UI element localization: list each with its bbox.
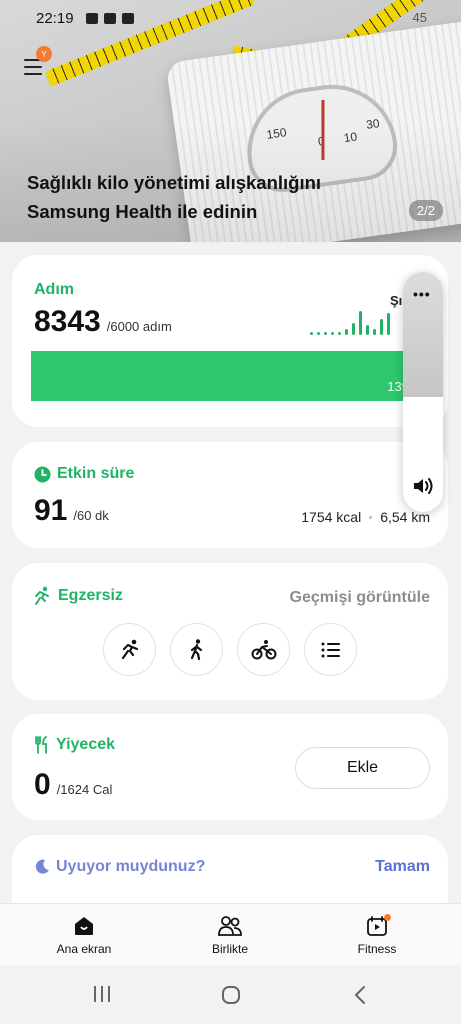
active-stats: 1754 kcal 6,54 km — [301, 509, 430, 525]
exercise-icon — [35, 586, 49, 605]
active-time-value-row: 91 /60 dk — [34, 494, 109, 528]
menu-button[interactable]: Y — [24, 46, 52, 76]
sleep-title-text: Uyuyor muydunuz? — [56, 858, 206, 875]
spark-bar — [345, 329, 348, 335]
active-time-title-text: Etkin süre — [57, 465, 135, 482]
steps-sparkline — [310, 307, 410, 335]
walking-button[interactable] — [170, 623, 223, 676]
moon-icon — [35, 859, 49, 874]
active-time-card[interactable]: Etkin süre 91 /60 dk 1754 kcal 6,54 km — [12, 442, 448, 548]
steps-value-row: 8343 /6000 adım — [34, 305, 172, 339]
banner-title-line: Samsung Health ile edinin — [27, 201, 258, 222]
list-icon — [321, 642, 340, 657]
running-button[interactable] — [103, 623, 156, 676]
spark-bar — [373, 329, 376, 335]
nav-fitness-label: Fitness — [357, 942, 397, 956]
active-time-title: Etkin süre — [34, 465, 134, 483]
people-icon — [218, 916, 242, 936]
cycling-button[interactable] — [237, 623, 290, 676]
spark-bar — [387, 313, 390, 335]
nav-fitness[interactable]: Fitness — [322, 914, 432, 956]
workout-list-button[interactable] — [304, 623, 357, 676]
view-history-link[interactable]: Geçmişi görüntüle — [290, 589, 430, 607]
spark-label: Şı — [390, 293, 403, 308]
nav-fitness-badge — [384, 914, 391, 921]
spark-bar — [317, 332, 320, 335]
menu-badge: Y — [36, 46, 52, 62]
nav-home[interactable]: Ana ekran — [29, 914, 139, 956]
food-title: Yiyecek — [34, 736, 115, 754]
exercise-title-text: Egzersiz — [58, 587, 123, 604]
banner-title: Sağlıklı kilo yönetimi alışkanlığını Sam… — [27, 168, 387, 226]
page-indicator: 2/2 — [408, 200, 443, 221]
exercise-buttons — [103, 623, 357, 676]
spark-bar — [331, 332, 334, 335]
exercise-card[interactable]: Egzersiz Geçmişi görüntüle — [12, 563, 448, 700]
recent-apps-icon[interactable] — [92, 985, 112, 1003]
separator-dot — [369, 515, 373, 519]
nav-together[interactable]: Birlikte — [175, 914, 285, 956]
spark-bar — [324, 332, 327, 335]
add-food-button[interactable]: Ekle — [295, 747, 430, 789]
spark-bar — [352, 323, 355, 335]
status-time: 22:19 — [36, 9, 74, 27]
steps-title: Adım — [34, 281, 74, 298]
food-value-row: 0 /1624 Cal — [34, 768, 112, 802]
running-icon — [121, 639, 138, 659]
system-nav-bar — [0, 965, 461, 1024]
cycling-icon — [251, 639, 276, 659]
battery-text: 45 — [412, 10, 427, 25]
back-icon[interactable] — [353, 985, 367, 1005]
nav-together-label: Birlikte — [211, 942, 248, 956]
food-goal: /1624 Cal — [56, 782, 113, 797]
speaker-icon[interactable] — [412, 476, 434, 496]
food-card[interactable]: Yiyecek 0 /1624 Cal Ekle — [12, 714, 448, 820]
banner-title-line: Sağlıklı kilo yönetimi alışkanlığını — [27, 172, 322, 193]
active-time-value: 91 — [34, 494, 68, 527]
clock-icon — [34, 466, 51, 482]
steps-progress-bar: 139 — [31, 351, 431, 401]
youtube-icon — [103, 12, 116, 24]
active-time-goal: /60 dk — [73, 508, 109, 523]
home-icon — [75, 917, 93, 935]
nav-home-label: Ana ekran — [56, 942, 112, 956]
food-title-text: Yiyecek — [56, 736, 116, 753]
spark-bar — [338, 332, 341, 335]
steps-goal: /6000 adım — [106, 319, 172, 334]
promo-banner[interactable]: 150 0 10 30 22:19 45 Y Sağlıklı kilo yön… — [0, 0, 461, 242]
spark-bar — [366, 325, 369, 335]
sleep-title: Uyuyor muydunuz? — [34, 858, 205, 876]
food-value: 0 — [34, 768, 51, 801]
steps-card[interactable]: Adım 8343 /6000 adım Şı 139 — [12, 255, 448, 427]
sleep-ok-button[interactable]: Tamam — [375, 858, 430, 876]
spark-bar — [359, 311, 362, 335]
spark-bar — [310, 332, 313, 335]
home-circle-icon[interactable] — [221, 985, 241, 1005]
calories-value: 1754 kcal — [301, 509, 362, 525]
notification-icon — [85, 12, 98, 24]
youtube-icon — [121, 12, 134, 24]
spark-bar — [380, 319, 383, 335]
bottom-nav: Ana ekran Birlikte Fitness — [0, 903, 461, 965]
volume-panel[interactable]: ••• — [403, 272, 443, 512]
exercise-title: Egzersiz — [32, 586, 123, 606]
fork-knife-icon — [35, 736, 47, 754]
menu-icon — [24, 73, 42, 75]
steps-count: 8343 — [34, 305, 101, 338]
more-options-icon[interactable]: ••• — [413, 286, 431, 302]
menu-icon — [24, 66, 42, 68]
status-bar: 22:19 45 — [0, 0, 461, 36]
walking-icon — [190, 638, 202, 660]
